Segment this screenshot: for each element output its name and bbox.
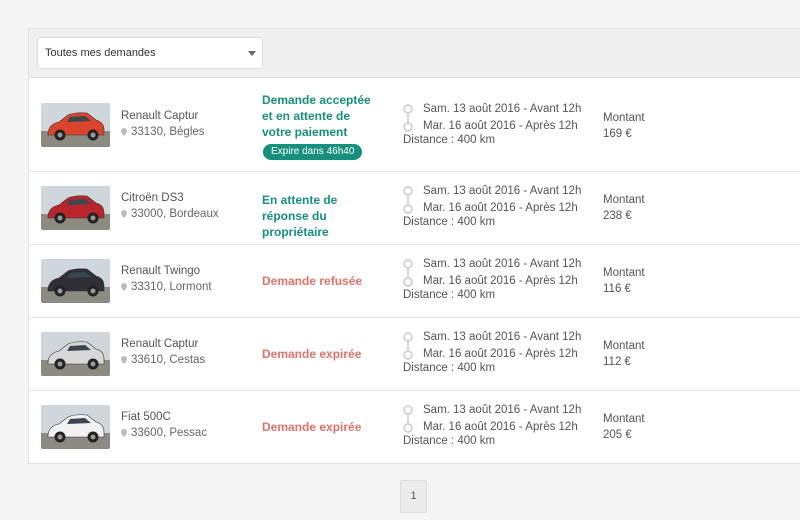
car-location-text: 33310, Lormont (131, 281, 212, 293)
car-location-text: 33130, Bègles (131, 126, 205, 138)
filter-bar: Toutes mes demandes (29, 29, 800, 78)
car-model: Renault Twingo (121, 265, 201, 277)
map-pin-icon (121, 356, 127, 364)
date-range-timeline-icon (403, 332, 413, 360)
car-photo (41, 332, 110, 376)
amount-label: Montant (603, 413, 645, 425)
amount: Montant 238 € (603, 192, 645, 224)
amount-value: 169 € (603, 128, 632, 140)
amount: Montant 116 € (603, 265, 645, 297)
car-location: 33000, Bordeaux (121, 208, 219, 220)
start-date: Sam. 13 août 2016 - Avant 12h (423, 258, 582, 270)
car-photo (41, 186, 110, 230)
map-pin-icon (121, 210, 127, 218)
amount-value: 205 € (603, 429, 632, 441)
car-location: 33130, Bègles (121, 126, 205, 138)
pagination-page-1[interactable]: 1 (400, 480, 427, 513)
amount-label: Montant (603, 340, 645, 352)
request-row[interactable]: Renault Twingo 33310, Lormont Demande re… (29, 245, 800, 318)
amount-label: Montant (603, 112, 645, 124)
amount: Montant 112 € (603, 338, 645, 370)
rental-dates: Sam. 13 août 2016 - Avant 12h Mar. 16 ao… (423, 329, 581, 362)
request-row[interactable]: Citroën DS3 33000, Bordeaux En attente d… (29, 172, 800, 245)
distance: Distance : 400 km (403, 216, 496, 228)
request-row[interactable]: Fiat 500C 33600, Pessac Demande expirée … (29, 391, 800, 464)
request-filter-value: Toutes mes demandes (45, 47, 156, 59)
car-photo (41, 259, 110, 303)
amount-label: Montant (603, 194, 645, 206)
amount-label: Montant (603, 267, 645, 279)
chevron-down-icon (248, 51, 256, 56)
distance: Distance : 400 km (403, 435, 496, 447)
request-status: Demande expirée (262, 420, 362, 434)
rental-dates: Sam. 13 août 2016 - Avant 12h Mar. 16 ao… (423, 183, 581, 216)
car-photo (41, 405, 110, 449)
rental-dates: Sam. 13 août 2016 - Avant 12h Mar. 16 ao… (423, 402, 581, 435)
request-status: Demande expirée (262, 347, 362, 361)
map-pin-icon (121, 283, 127, 291)
car-model: Renault Captur (121, 110, 199, 122)
car-location-text: 33610, Cestas (131, 354, 206, 366)
end-date: Mar. 16 août 2016 - Après 12h (423, 420, 578, 433)
distance: Distance : 400 km (403, 362, 496, 374)
rental-dates: Sam. 13 août 2016 - Avant 12h Mar. 16 ao… (423, 101, 581, 134)
start-date: Sam. 13 août 2016 - Avant 12h (423, 185, 582, 197)
date-range-timeline-icon (403, 405, 413, 433)
requests-panel: Toutes mes demandes Renault Captur 33130… (28, 28, 800, 464)
car-model: Citroën DS3 (121, 192, 184, 204)
request-row[interactable]: Renault Captur 33130, Bègles Demande acc… (29, 78, 800, 172)
car-model: Renault Captur (121, 338, 199, 350)
car-location: 33610, Cestas (121, 354, 205, 366)
car-location: 33310, Lormont (121, 281, 212, 293)
amount: Montant 169 € (603, 110, 645, 142)
car-photo (41, 103, 110, 147)
request-row[interactable]: Renault Captur 33610, Cestas Demande exp… (29, 318, 800, 391)
amount-value: 112 € (603, 356, 631, 368)
start-date: Sam. 13 août 2016 - Avant 12h (423, 404, 582, 416)
map-pin-icon (121, 429, 127, 437)
request-filter-select[interactable]: Toutes mes demandes (37, 37, 263, 69)
end-date: Mar. 16 août 2016 - Après 12h (423, 274, 578, 287)
request-status: En attente de réponse du propriétaire (262, 193, 338, 239)
car-location-text: 33600, Pessac (131, 427, 208, 439)
amount: Montant 205 € (603, 411, 645, 443)
date-range-timeline-icon (403, 186, 413, 214)
map-pin-icon (121, 128, 127, 136)
start-date: Sam. 13 août 2016 - Avant 12h (423, 331, 582, 343)
distance: Distance : 400 km (403, 134, 496, 146)
end-date: Mar. 16 août 2016 - Après 12h (423, 119, 578, 132)
date-range-timeline-icon (403, 259, 413, 287)
page-number: 1 (410, 490, 417, 502)
car-location: 33600, Pessac (121, 427, 207, 439)
car-location-text: 33000, Bordeaux (131, 208, 219, 220)
date-range-timeline-icon (403, 104, 413, 132)
expiry-badge: Expire dans 46h40 (263, 144, 363, 160)
request-status: Demande acceptée et en attente de votre … (262, 93, 371, 139)
distance: Distance : 400 km (403, 289, 496, 301)
amount-value: 238 € (603, 210, 632, 222)
request-status: Demande refusée (262, 274, 363, 288)
end-date: Mar. 16 août 2016 - Après 12h (423, 347, 578, 360)
request-list: Renault Captur 33130, Bègles Demande acc… (29, 78, 800, 464)
rental-dates: Sam. 13 août 2016 - Avant 12h Mar. 16 ao… (423, 256, 581, 289)
end-date: Mar. 16 août 2016 - Après 12h (423, 201, 578, 214)
start-date: Sam. 13 août 2016 - Avant 12h (423, 103, 582, 115)
amount-value: 116 € (603, 283, 631, 295)
car-model: Fiat 500C (121, 411, 171, 423)
